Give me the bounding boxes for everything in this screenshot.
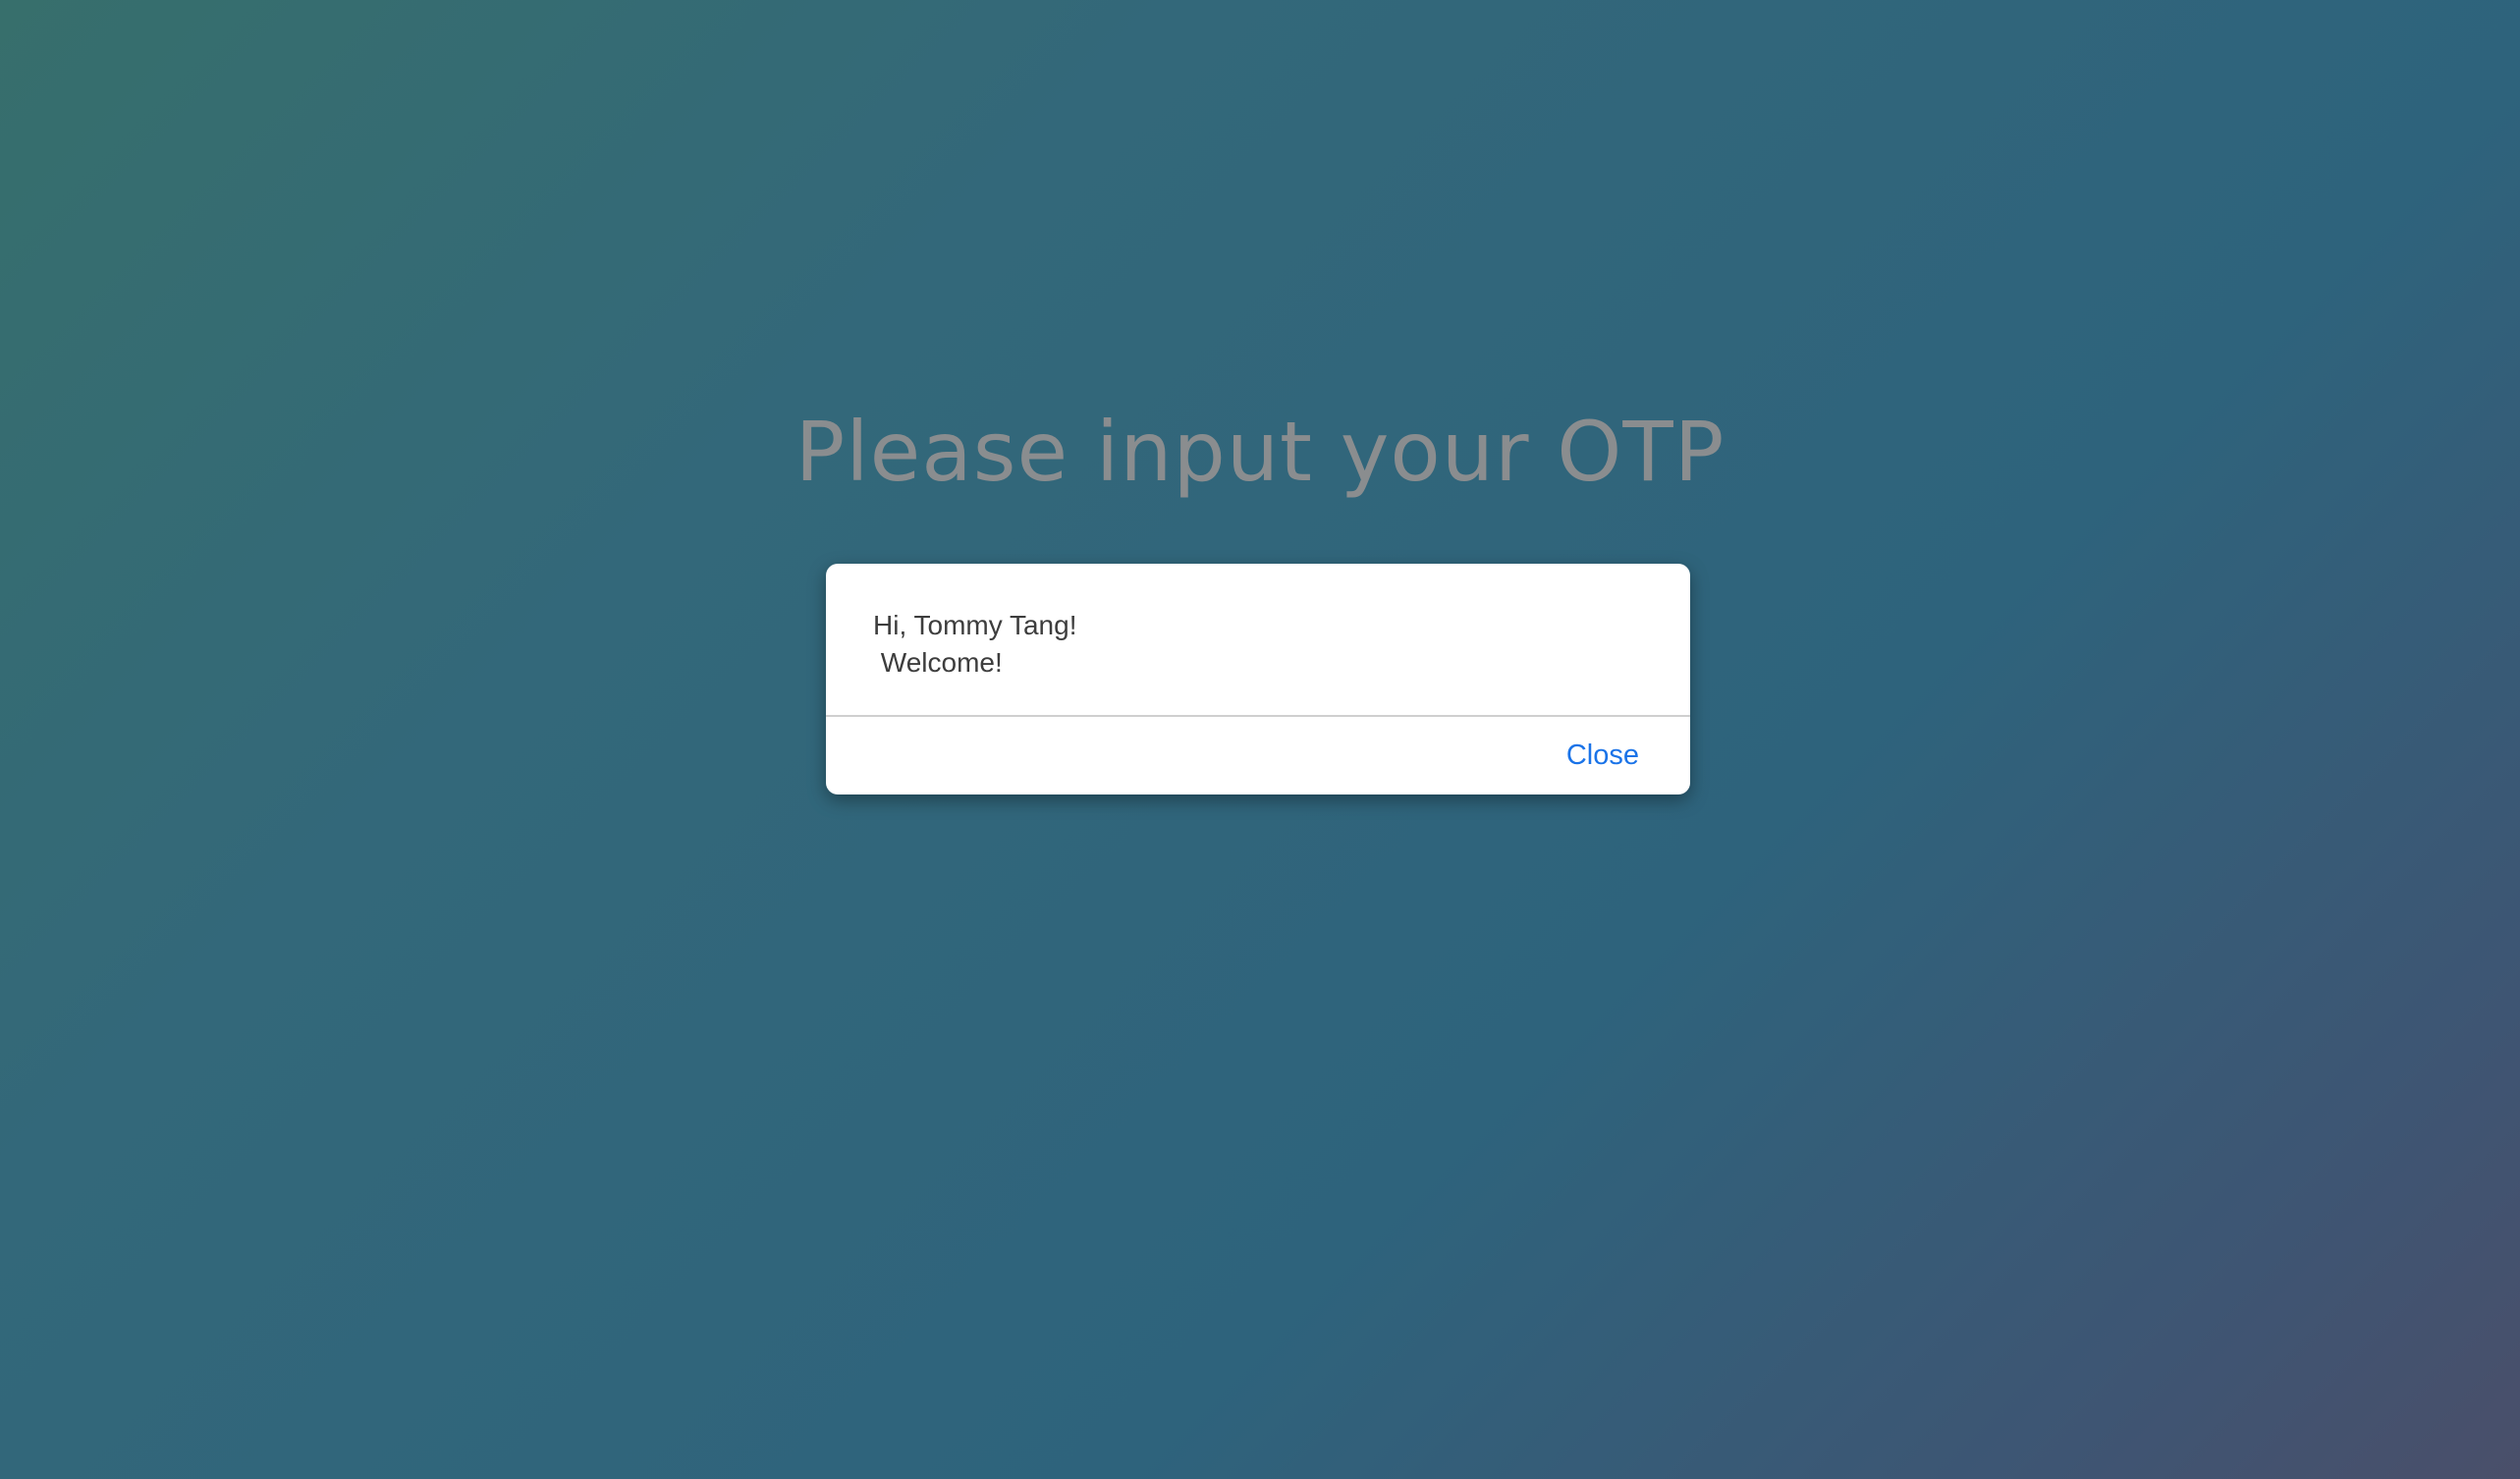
dialog-footer: Close (826, 717, 1690, 794)
close-button[interactable]: Close (1566, 737, 1639, 774)
dialog-message: Hi, Tommy Tang! Welcome! (826, 564, 1690, 717)
welcome-text: Welcome! (873, 647, 1003, 678)
page-title: Please input your OTP (794, 404, 1726, 500)
welcome-dialog: Hi, Tommy Tang! Welcome! Close (826, 564, 1690, 794)
greeting-text: Hi, Tommy Tang! (873, 610, 1077, 640)
